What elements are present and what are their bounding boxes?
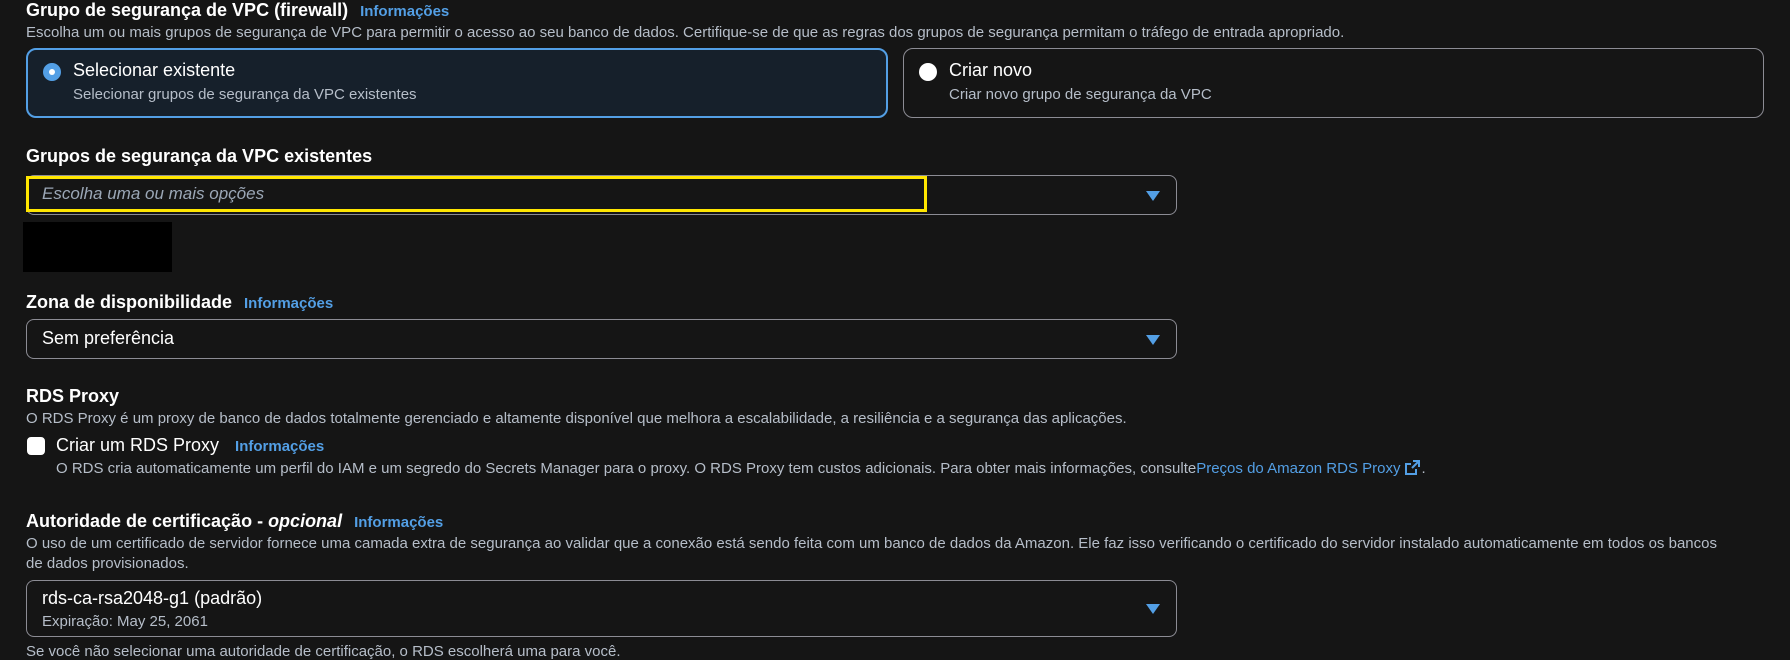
create-rds-proxy-row: Criar um RDS Proxy Informações bbox=[56, 435, 324, 456]
select-existing-radio[interactable] bbox=[43, 63, 61, 81]
vpc-sg-title: Grupo de segurança de VPC (firewall) bbox=[26, 0, 349, 20]
chevron-down-icon bbox=[1146, 604, 1160, 614]
ca-description-line2: de dados provisionados. bbox=[26, 555, 189, 572]
create-rds-proxy-checkbox[interactable] bbox=[27, 437, 45, 455]
vpc-sg-heading: Grupo de segurança de VPC (firewall) Info… bbox=[26, 0, 449, 21]
ca-expiration: Expiração: May 25, 2061 bbox=[42, 613, 208, 630]
vpc-sg-info-link[interactable]: Informações bbox=[360, 3, 449, 20]
create-new-radio[interactable] bbox=[919, 63, 937, 81]
rds-proxy-title: RDS Proxy bbox=[26, 386, 120, 406]
ca-info-link[interactable]: Informações bbox=[354, 514, 443, 531]
create-rds-proxy-label[interactable]: Criar um RDS Proxy bbox=[56, 435, 219, 455]
az-select[interactable]: Sem preferência bbox=[26, 319, 1177, 359]
az-value: Sem preferência bbox=[42, 328, 175, 348]
rds-proxy-description: O RDS Proxy é um proxy de banco de dados… bbox=[26, 410, 1127, 427]
rds-proxy-pricing-link[interactable]: Preços do Amazon RDS Proxy bbox=[1196, 460, 1400, 477]
ca-optional: opcional bbox=[268, 511, 343, 531]
ca-description-line1: O uso de um certificado de servidor forn… bbox=[26, 535, 1717, 552]
az-info-link[interactable]: Informações bbox=[244, 295, 333, 312]
create-new-option[interactable]: Criar novo Criar novo grupo de segurança… bbox=[903, 48, 1764, 118]
ca-heading: Autoridade de certificação - opcional Inf… bbox=[26, 511, 443, 532]
rds-proxy-costs-text: O RDS cria automaticamente um perfil do … bbox=[56, 460, 1197, 477]
highlight-box bbox=[26, 176, 927, 212]
external-link-icon[interactable] bbox=[1404, 459, 1421, 476]
existing-sg-label: Grupos de segurança da VPC existentes bbox=[26, 146, 373, 166]
vpc-sg-description: Escolha um ou mais grupos de segurança d… bbox=[26, 24, 1345, 41]
rds-proxy-info-link[interactable]: Informações bbox=[235, 438, 324, 455]
rds-proxy-checkbox-desc: O RDS cria automaticamente um perfil do … bbox=[56, 459, 1426, 477]
create-new-desc: Criar novo grupo de segurança da VPC bbox=[949, 86, 1212, 103]
ca-select[interactable]: rds-ca-rsa2048-g1 (padrão) Expiração: Ma… bbox=[26, 580, 1177, 637]
ca-value: rds-ca-rsa2048-g1 (padrão) bbox=[42, 588, 263, 608]
create-new-title: Criar novo bbox=[949, 60, 1033, 80]
az-label: Zona de disponibilidade bbox=[26, 292, 233, 312]
chevron-down-icon bbox=[1146, 335, 1160, 345]
select-existing-title: Selecionar existente bbox=[73, 60, 236, 80]
ca-footer-note: Se você não selecionar uma autoridade de… bbox=[26, 643, 621, 660]
redacted-block bbox=[23, 222, 172, 272]
az-heading: Zona de disponibilidade Informações bbox=[26, 292, 333, 313]
rds-proxy-period: . bbox=[1421, 460, 1426, 477]
select-existing-option[interactable]: Selecionar existente Selecionar grupos d… bbox=[26, 48, 888, 118]
select-existing-desc: Selecionar grupos de segurança da VPC ex… bbox=[73, 86, 417, 103]
ca-title: Autoridade de certificação - bbox=[26, 511, 269, 531]
chevron-down-icon bbox=[1146, 191, 1160, 201]
